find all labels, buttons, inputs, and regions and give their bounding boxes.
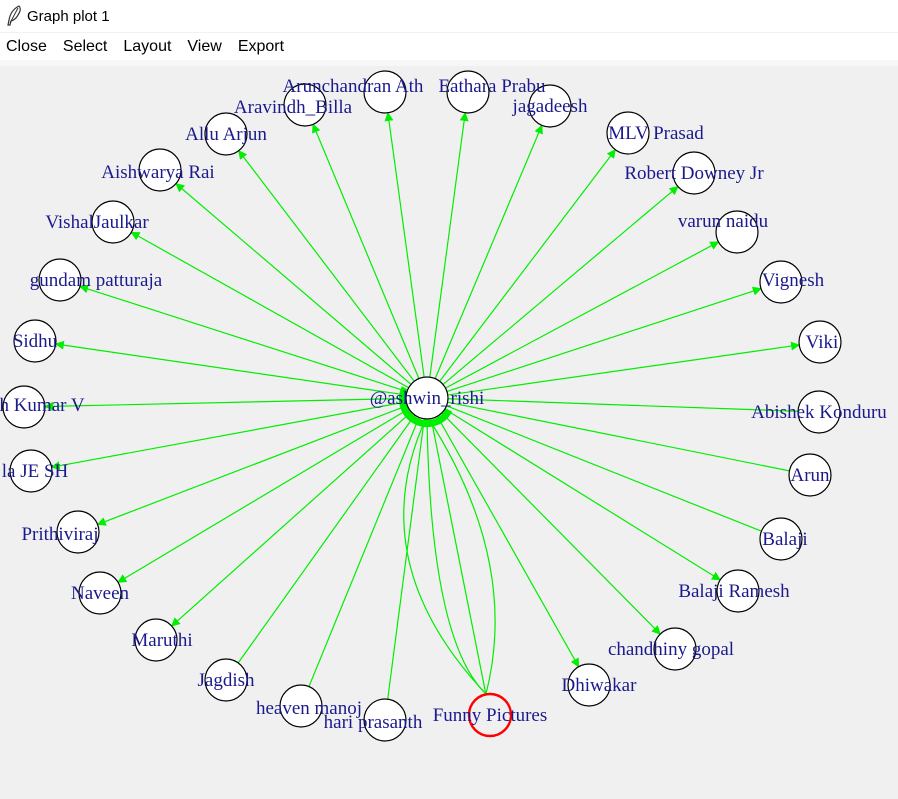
graph-edge [433, 124, 543, 382]
node-label: Sidhu [13, 331, 58, 352]
menu-select[interactable]: Select [55, 33, 115, 61]
graph-edge [96, 403, 411, 526]
node-label: Naveen [71, 583, 130, 604]
node-label: gundam patturaja [30, 270, 163, 291]
graph-edge [238, 149, 417, 385]
node-label: Jagdish [198, 670, 256, 691]
graph-edge [54, 340, 410, 397]
node-label: Balaji [762, 529, 807, 550]
menu-close[interactable]: Close [0, 33, 55, 61]
node-label: Arunchandran Ath [283, 76, 424, 97]
graph-edge [44, 397, 410, 411]
node-label: heaven manoj [256, 698, 362, 719]
graph-edge [435, 413, 580, 668]
node-label: Funny Pictures [433, 705, 548, 726]
menu-bar: Close Select Layout View Export [0, 32, 898, 61]
menu-export[interactable]: Export [230, 33, 292, 61]
feather-icon [2, 4, 26, 28]
menu-layout[interactable]: Layout [115, 33, 179, 61]
node-label: Abishek Konduru [751, 402, 887, 423]
graph-edge [50, 400, 410, 471]
network-graph[interactable]: @ashwin_rishi Arunchandran Ath Eathara Pra… [0, 60, 898, 799]
graph-edge [117, 406, 412, 583]
node-label: Dhiwakar [562, 675, 638, 696]
node-label: MLV Prasad [608, 123, 704, 144]
node-label: Maruthi [131, 630, 192, 651]
node-label: Prithiviraj [21, 524, 98, 545]
graph-edge [440, 185, 679, 387]
node-label: la JE SH [2, 461, 69, 482]
node-label: VishalJaulkar [45, 212, 149, 233]
node-label: Arun [790, 465, 830, 486]
graph-edge [428, 111, 469, 381]
graph-edge [444, 398, 799, 412]
graph-edge [429, 415, 487, 695]
node-label: chandhiny gopal [608, 639, 734, 660]
graph-edge [79, 284, 411, 394]
graph-edge [384, 111, 426, 381]
graph-edge-curved [403, 415, 487, 695]
graph-canvas[interactable]: @ashwin_rishi Arunchandran Ath Eathara Pra… [0, 60, 898, 799]
graph-edge [308, 414, 421, 687]
node-label: jagadeesh [512, 96, 588, 117]
graph-edge [387, 415, 426, 700]
graph-edge [444, 400, 790, 472]
graph-edge [437, 149, 616, 385]
node-label: Aravindh_Billa [234, 97, 353, 118]
node-label: Eathara Prabu [438, 76, 546, 97]
node-label: varun naidu [678, 211, 769, 232]
graph-edge [237, 412, 418, 664]
node-label: Aishwarya Rai [101, 162, 214, 183]
node-label: Allu Arjun [185, 124, 267, 145]
node-label: h Kumar V [0, 395, 85, 416]
title-bar: Graph plot 1 [0, 0, 898, 32]
node-label: Balaji Ramesh [678, 581, 790, 602]
center-node-label: @ashwin_rishi [370, 388, 485, 409]
graph-edge [444, 341, 801, 397]
menu-view[interactable]: View [179, 33, 229, 61]
node-label: Vignesh [762, 270, 825, 291]
graph-edge [130, 231, 412, 390]
node-label: Viki [806, 332, 839, 353]
window-title: Graph plot 1 [27, 7, 110, 25]
canvas-top-border [0, 60, 898, 66]
node-label: Robert Downey Jr [624, 163, 764, 184]
